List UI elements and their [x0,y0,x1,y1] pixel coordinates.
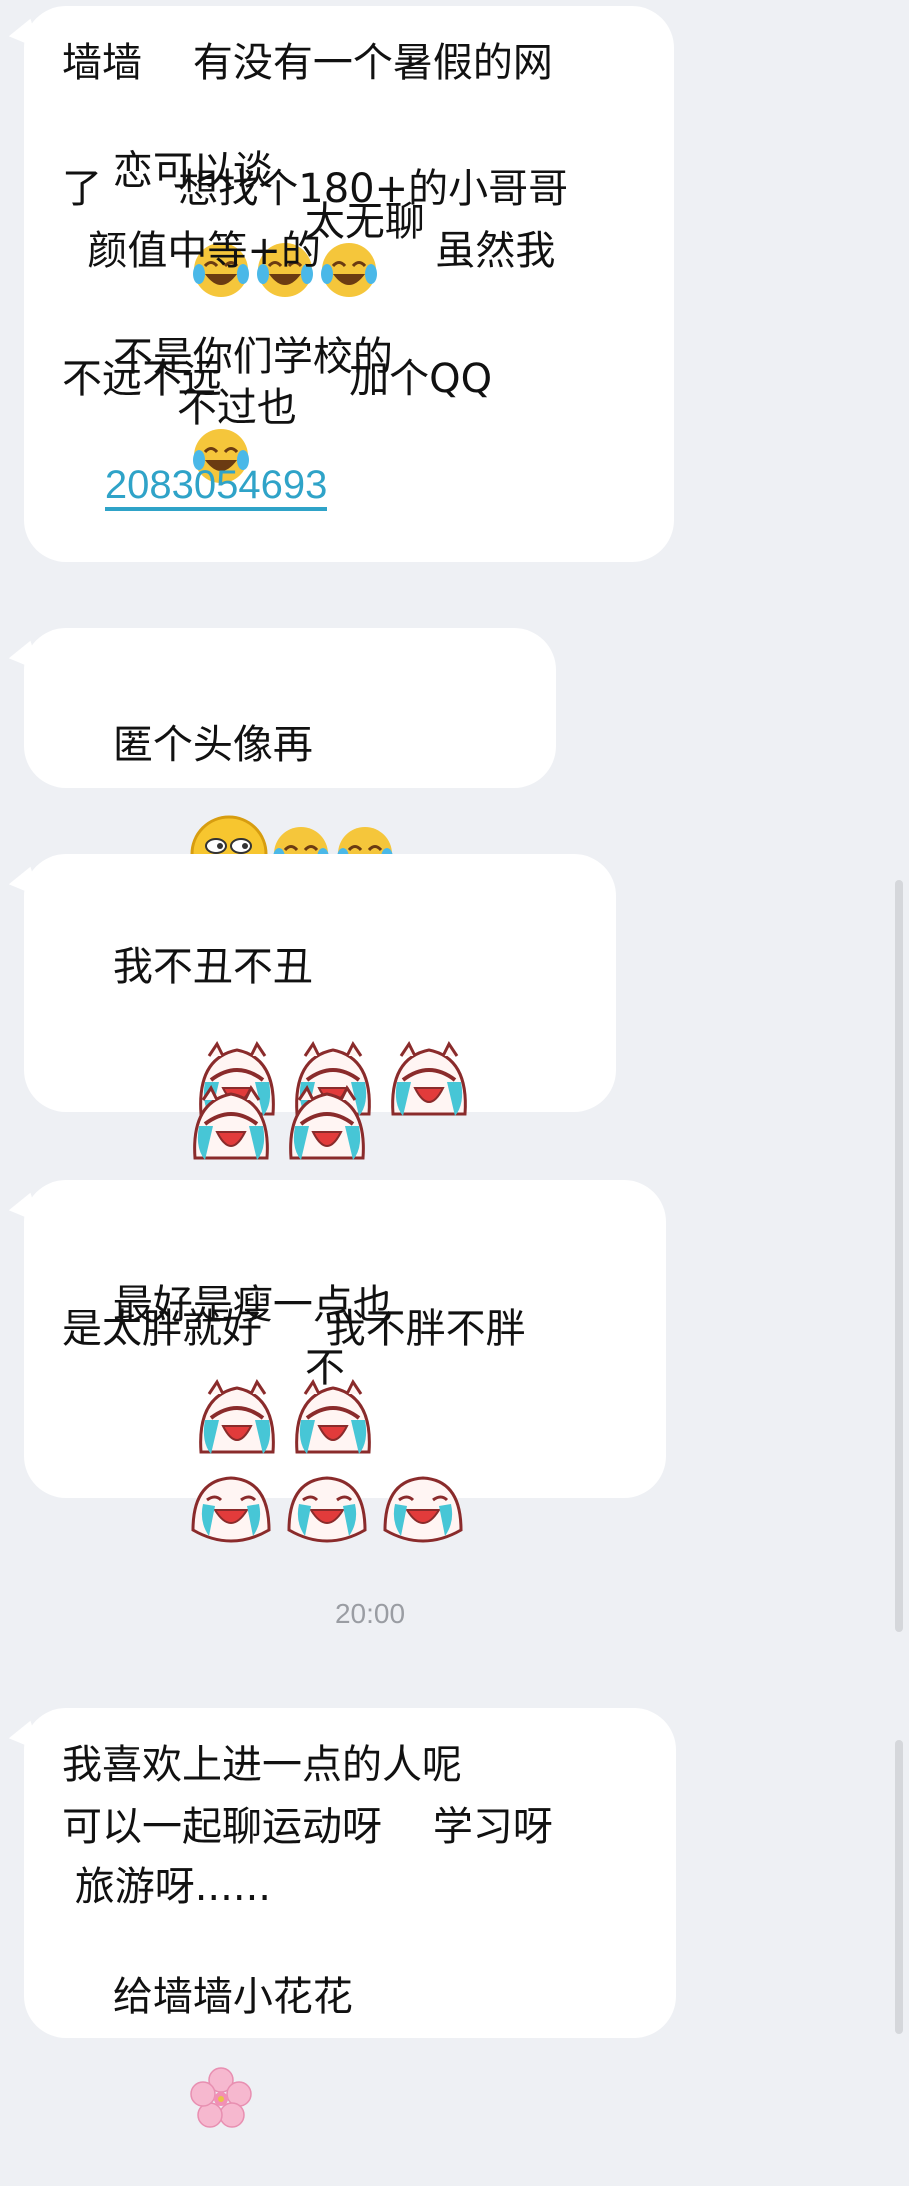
crying-cat-emoji-icon [307,990,468,1116]
message-bubble-4: 最好是瘦一点也 不 是太胖就好 我不胖不胖 [24,1180,666,1543]
message-line: 给墙墙小花花 [62,1928,353,2130]
crying-cat-emoji-icon [109,1420,271,1543]
message-text: 给墙墙小花花 [112,1974,353,2020]
message-bubble-1: 墙墙 有没有一个暑假的网 恋可以谈 太无聊 了 想找个180+的小哥哥 颜值中等… [24,6,674,562]
scrollbar-upper[interactable] [895,880,903,1632]
message-line: 墙墙 有没有一个暑假的网 [62,40,553,86]
emoji-line [56,988,366,1164]
message-line: 了 想找个180+的小哥哥 [62,166,569,212]
emoji-line [56,1374,463,1550]
qq-number-link[interactable]: 2083054693 [104,463,328,511]
message-line: 我喜欢上进一点的人呢 [62,1742,462,1788]
laughing-crying-emoji-icon [195,778,330,881]
message-bubble-3: 我不丑不丑 [24,854,616,1160]
crying-cat-emoji-icon [109,1034,270,1160]
message-line: 旅游呀...... [62,1864,272,1910]
message-line: 可以一起聊运动呀 学习呀 [62,1804,553,1850]
scrollbar-lower[interactable] [895,1740,903,2034]
qq-number-line: 2083054693 [54,416,328,554]
message-line: 是太胖就好 我不胖不胖 [62,1306,526,1352]
message-text: 匿个头像再 [112,722,313,768]
timestamp: 20:00 [334,1598,406,1629]
message-bubble-5: 我喜欢上进一点的人呢 可以一起聊运动呀 学习呀 旅游呀...... 给墙墙小花花 [24,1708,676,2128]
message-text: 我不丑不丑 [112,944,313,990]
crying-cat-emoji-icon [205,1034,366,1160]
laughing-crying-emoji-icon [259,778,394,881]
grin-wink-emoji-icon [113,768,268,893]
message-bubble-2: 匿个头像再 [24,628,556,893]
message-line: 不远不远 加个QQ [62,356,493,402]
crying-cat-emoji-icon [205,1420,367,1543]
crying-cat-emoji-icon [301,1420,463,1543]
cherry-blossom-emoji-icon [113,2020,252,2128]
message-line: 颜值中等+的 虽然我 [62,228,556,274]
